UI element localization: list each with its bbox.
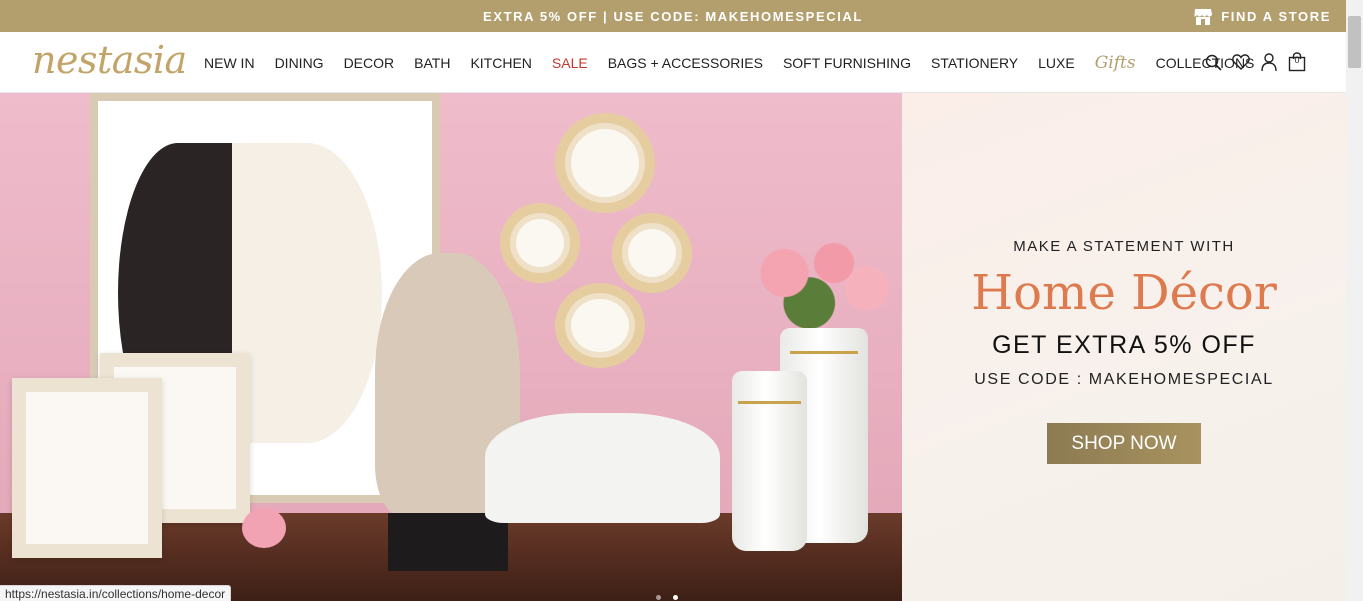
site-header: nestasia NEW IN DINING DECOR BATH KITCHE…: [0, 32, 1346, 93]
scrollbar-thumb[interactable]: [1348, 16, 1361, 68]
wishlist-heart-icon: [1232, 54, 1250, 70]
shop-now-button[interactable]: SHOP NOW: [1047, 423, 1201, 464]
carousel-dot-1[interactable]: [656, 595, 661, 600]
wall-photo-frame-1: [555, 113, 655, 213]
nav-decor[interactable]: DECOR: [334, 55, 405, 71]
hero-product-photo: [0, 93, 902, 601]
short-white-vase: [732, 371, 807, 551]
nav-sale[interactable]: SALE: [542, 55, 598, 71]
account-button[interactable]: [1260, 52, 1278, 72]
poster-leaf-light: [232, 143, 382, 443]
nestasia-logo[interactable]: nestasia: [32, 38, 187, 84]
find-a-store-link[interactable]: FIND A STORE: [1193, 0, 1331, 32]
hero-promo-panel: MAKE A STATEMENT WITH Home Décor GET EXT…: [902, 93, 1346, 601]
search-icon: [1205, 54, 1222, 71]
short-vase-gold-band: [738, 401, 801, 404]
nav-dining[interactable]: DINING: [265, 55, 334, 71]
wall-photo-frame-3: [612, 213, 692, 293]
account-icon: [1261, 53, 1277, 71]
heart-hands-figurine: [485, 413, 720, 523]
store-icon: [1194, 9, 1213, 25]
page-scrollbar[interactable]: [1346, 0, 1363, 601]
floral-photo-frame-front: [12, 378, 162, 558]
status-bar-url: https://nestasia.in/collections/home-dec…: [0, 585, 232, 601]
search-button[interactable]: [1204, 52, 1222, 72]
hero-banner[interactable]: MAKE A STATEMENT WITH Home Décor GET EXT…: [0, 93, 1346, 601]
hero-title: Home Décor: [971, 265, 1277, 321]
hero-coupon-code: USE CODE : MAKEHOMESPECIAL: [974, 371, 1274, 388]
wall-photo-frame-4: [555, 283, 645, 368]
sculpture-base: [388, 513, 508, 571]
find-a-store-label: FIND A STORE: [1221, 8, 1331, 24]
nav-bags-accessories[interactable]: BAGS + ACCESSORIES: [598, 55, 773, 71]
wishlist-button[interactable]: [1232, 52, 1250, 72]
nav-new-in[interactable]: NEW IN: [194, 55, 265, 71]
carousel-dot-2[interactable]: [673, 595, 678, 600]
nav-bath[interactable]: BATH: [404, 55, 460, 71]
pink-rose: [242, 508, 286, 548]
tall-vase-gold-band: [790, 351, 858, 354]
header-icons: 0: [1204, 50, 1306, 74]
hero-offer: GET EXTRA 5% OFF: [992, 331, 1256, 359]
promo-text: EXTRA 5% OFF | USE CODE: MAKEHOMESPECIAL: [483, 8, 863, 24]
carousel-dots: [656, 595, 678, 600]
hero-subheading: MAKE A STATEMENT WITH: [1013, 238, 1235, 255]
nav-luxe[interactable]: LUXE: [1028, 55, 1085, 71]
nav-stationery[interactable]: STATIONERY: [921, 55, 1028, 71]
nav-gifts[interactable]: Gifts: [1085, 53, 1146, 73]
flower-bouquet: [735, 233, 900, 333]
cart-button[interactable]: 0: [1288, 52, 1306, 72]
cart-count: 0: [1294, 55, 1300, 65]
nav-soft-furnishing[interactable]: SOFT FURNISHING: [773, 55, 921, 71]
nav-kitchen[interactable]: KITCHEN: [460, 55, 541, 71]
main-nav: NEW IN DINING DECOR BATH KITCHEN SALE BA…: [194, 32, 1254, 93]
announcement-bar: EXTRA 5% OFF | USE CODE: MAKEHOMESPECIAL…: [0, 0, 1346, 32]
wall-photo-frame-2: [500, 203, 580, 283]
